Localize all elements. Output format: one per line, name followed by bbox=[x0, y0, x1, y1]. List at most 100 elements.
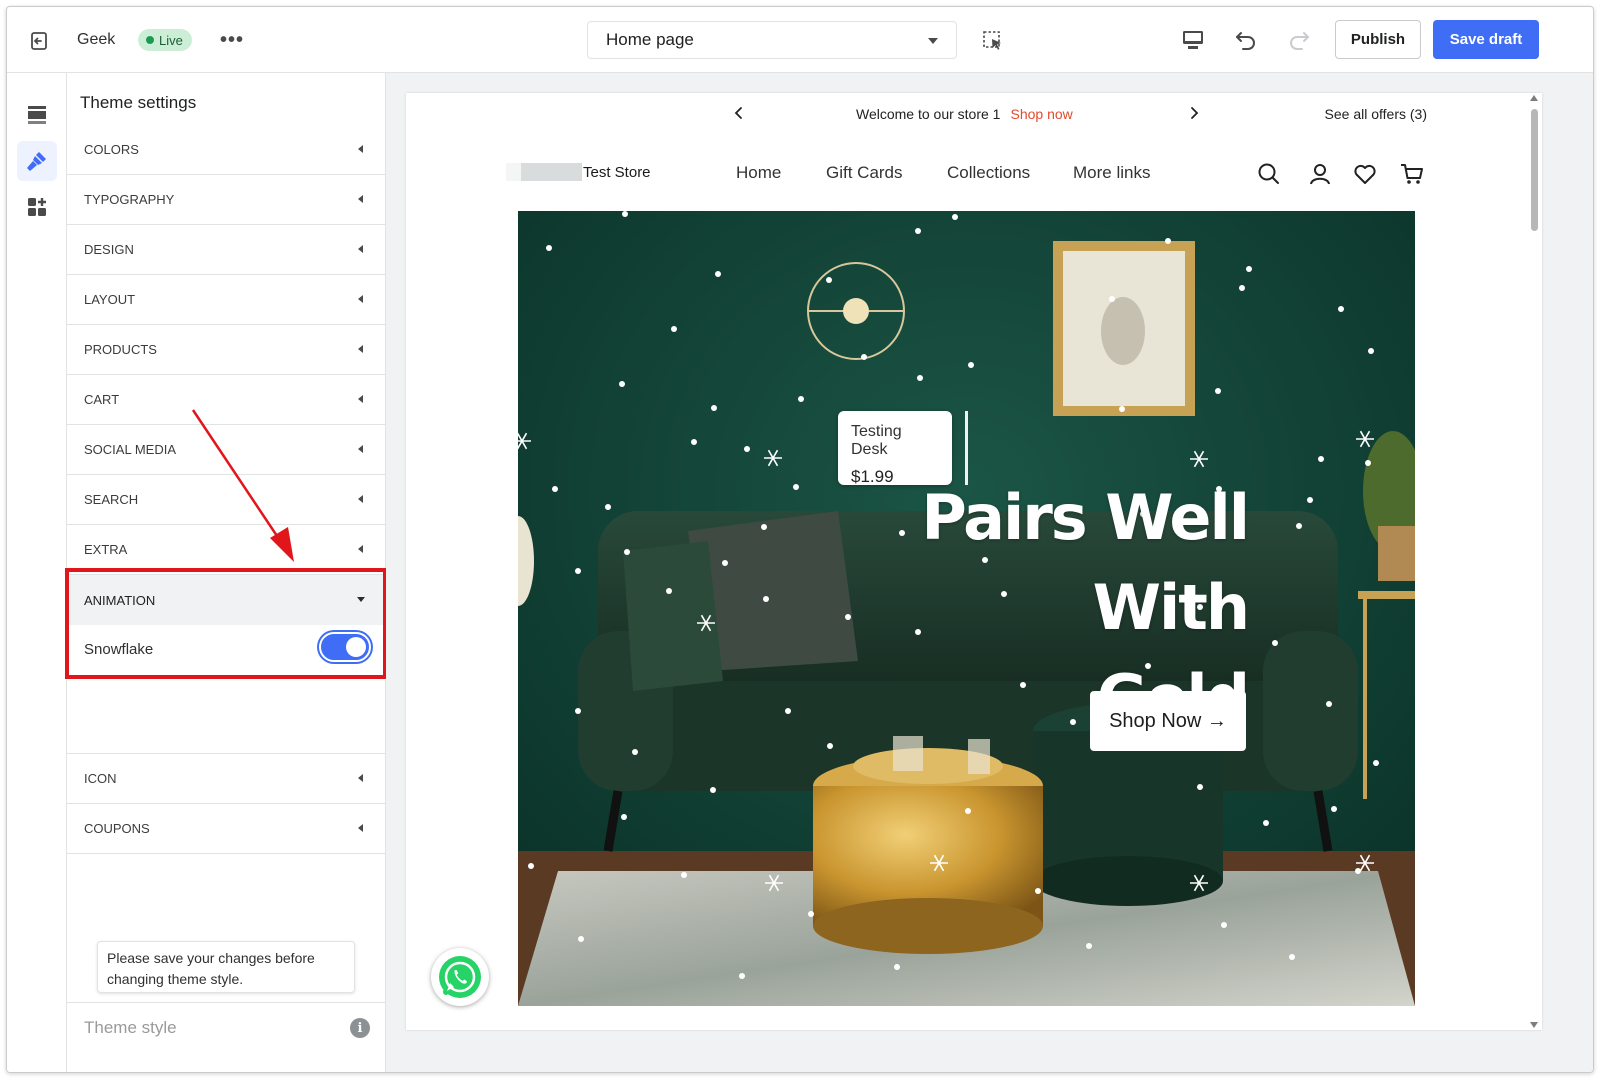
nav-gift-cards[interactable]: Gift Cards bbox=[826, 163, 903, 183]
shop-now-button[interactable]: Shop Now → bbox=[1090, 691, 1246, 751]
theme-style-row[interactable]: Theme style i bbox=[67, 1002, 386, 1052]
section-typography[interactable]: TYPOGRAPHY bbox=[67, 175, 385, 225]
snow-dot bbox=[785, 708, 791, 714]
expand-arrow-icon bbox=[357, 597, 365, 602]
snow-dot bbox=[546, 245, 552, 251]
snowflake-setting: Snowflake bbox=[67, 624, 385, 674]
section-colors[interactable]: COLORS bbox=[67, 125, 385, 175]
nav-more-links[interactable]: More links bbox=[1073, 163, 1150, 183]
theme-settings-tab[interactable] bbox=[17, 141, 57, 181]
store-logo[interactable] bbox=[506, 163, 582, 181]
snow-dot bbox=[552, 486, 558, 492]
sections-tab[interactable] bbox=[17, 95, 57, 135]
snowflake-icon bbox=[765, 874, 783, 892]
announcement-message: Welcome to our store 1 Shop now bbox=[856, 106, 1073, 122]
account-icon[interactable] bbox=[1307, 161, 1333, 187]
see-all-offers-link[interactable]: See all offers (3) bbox=[1325, 106, 1427, 122]
snow-dot bbox=[1221, 922, 1227, 928]
section-label: PRODUCTS bbox=[84, 342, 157, 357]
redo-icon[interactable] bbox=[1285, 26, 1313, 54]
snow-dot bbox=[1215, 388, 1221, 394]
scroll-up-arrow-icon[interactable] bbox=[1530, 95, 1538, 101]
section-design[interactable]: DESIGN bbox=[67, 225, 385, 275]
snow-dot bbox=[715, 271, 721, 277]
announcement-shop-link[interactable]: Shop now bbox=[1010, 106, 1072, 122]
announcement-bar: Welcome to our store 1 Shop now See all o… bbox=[406, 93, 1542, 137]
section-label: LAYOUT bbox=[84, 292, 136, 307]
snowflake-icon bbox=[1190, 874, 1208, 892]
snow-dot bbox=[793, 484, 799, 490]
snow-dot bbox=[1331, 806, 1337, 812]
toggle-knob bbox=[346, 637, 366, 657]
scroll-down-arrow-icon[interactable] bbox=[1530, 1022, 1538, 1028]
publish-button[interactable]: Publish bbox=[1335, 20, 1421, 59]
snowflake-toggle[interactable] bbox=[319, 632, 371, 662]
snow-dot bbox=[744, 446, 750, 452]
undo-icon[interactable] bbox=[1232, 26, 1260, 54]
snow-dot bbox=[622, 211, 628, 217]
snowflake-icon bbox=[764, 449, 782, 467]
section-social-media[interactable]: SOCIAL MEDIA bbox=[67, 425, 385, 475]
exit-editor-button[interactable] bbox=[25, 27, 53, 55]
theme-style-label: Theme style bbox=[84, 1017, 177, 1037]
save-draft-button[interactable]: Save draft bbox=[1433, 20, 1539, 59]
snow-dot bbox=[624, 549, 630, 555]
snow-dot bbox=[671, 326, 677, 332]
section-search[interactable]: SEARCH bbox=[67, 475, 385, 525]
apps-icon bbox=[28, 198, 46, 216]
section-products[interactable]: PRODUCTS bbox=[67, 325, 385, 375]
sections-icon bbox=[28, 106, 46, 124]
snow-dot bbox=[1368, 348, 1374, 354]
chevron-right-icon[interactable] bbox=[1186, 105, 1202, 121]
store-title[interactable]: Test Store bbox=[583, 164, 651, 181]
collapse-arrow-icon bbox=[358, 145, 363, 153]
desktop-view-icon[interactable] bbox=[1180, 27, 1206, 53]
snowflake-label: Snowflake bbox=[84, 640, 154, 658]
snow-dot bbox=[711, 405, 717, 411]
section-coupons[interactable]: COUPONS bbox=[67, 804, 385, 854]
info-icon[interactable]: i bbox=[350, 1018, 370, 1038]
inspector-select-icon[interactable] bbox=[981, 29, 1005, 53]
snow-dot bbox=[528, 863, 534, 869]
snow-dot bbox=[575, 708, 581, 714]
collapse-arrow-icon bbox=[358, 495, 363, 503]
snow-dot bbox=[1307, 497, 1313, 503]
snow-dot bbox=[1035, 888, 1041, 894]
search-icon[interactable] bbox=[1256, 161, 1282, 187]
chevron-left-icon[interactable] bbox=[731, 105, 747, 121]
snow-dot bbox=[666, 588, 672, 594]
section-extra[interactable]: EXTRA bbox=[67, 525, 385, 575]
snow-dot bbox=[621, 814, 627, 820]
snow-dot bbox=[710, 787, 716, 793]
more-options-button[interactable]: ••• bbox=[217, 27, 247, 53]
snow-dot bbox=[739, 973, 745, 979]
wishlist-heart-icon[interactable] bbox=[1352, 161, 1378, 187]
section-animation[interactable]: ANIMATION bbox=[67, 575, 385, 625]
snow-dot bbox=[1086, 943, 1092, 949]
nav-home[interactable]: Home bbox=[736, 163, 781, 183]
snow-dot bbox=[1246, 266, 1252, 272]
nav-collections[interactable]: Collections bbox=[947, 163, 1030, 183]
snow-dot bbox=[1326, 701, 1332, 707]
live-dot-icon bbox=[146, 36, 154, 44]
whatsapp-chat-button[interactable] bbox=[431, 948, 489, 1006]
snow-dot bbox=[1165, 238, 1171, 244]
snow-dot bbox=[1338, 306, 1344, 312]
snow-dot bbox=[1239, 285, 1245, 291]
section-icon[interactable]: ICON bbox=[67, 754, 385, 804]
chevron-down-icon bbox=[928, 38, 938, 44]
section-label: DESIGN bbox=[84, 242, 134, 257]
section-label: SEARCH bbox=[84, 492, 139, 507]
cart-icon[interactable] bbox=[1399, 161, 1425, 187]
page-selector[interactable]: Home page bbox=[587, 21, 957, 59]
apps-tab[interactable] bbox=[17, 187, 57, 227]
product-tag-name: Testing Desk bbox=[851, 423, 902, 458]
section-cart[interactable]: CART bbox=[67, 375, 385, 425]
snow-dot bbox=[798, 396, 804, 402]
section-layout[interactable]: LAYOUT bbox=[67, 275, 385, 325]
preview-scrollbar[interactable] bbox=[1527, 93, 1542, 1030]
whatsapp-icon bbox=[439, 956, 481, 998]
snow-dot bbox=[1373, 760, 1379, 766]
scroll-thumb[interactable] bbox=[1531, 109, 1538, 231]
snowflake-icon bbox=[1190, 450, 1208, 468]
